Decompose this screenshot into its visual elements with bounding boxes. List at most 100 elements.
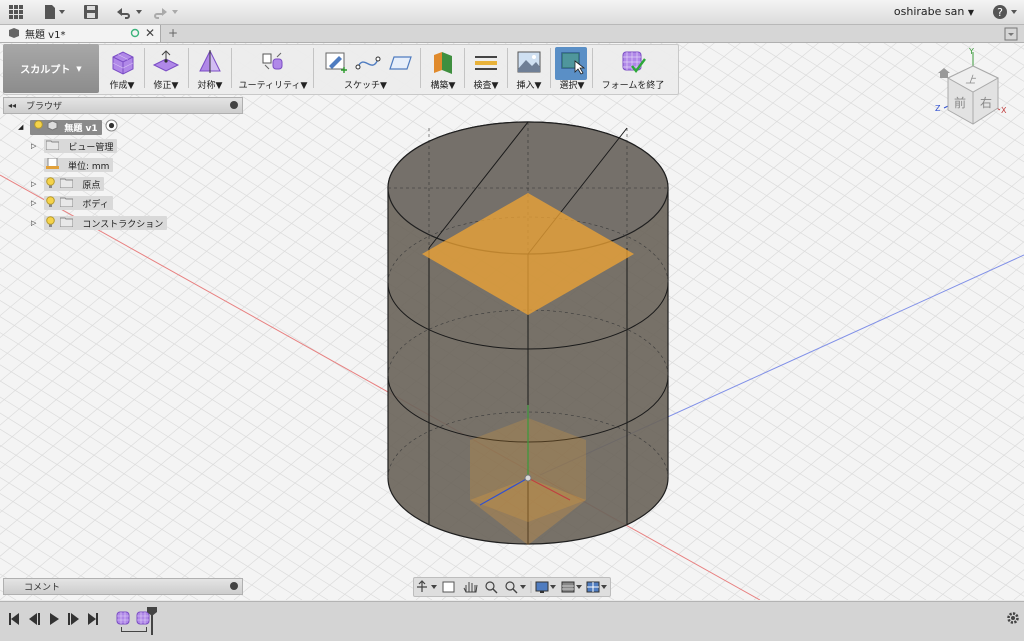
insert-menu[interactable]: 挿入▼	[511, 46, 547, 92]
orbit-icon[interactable]	[414, 578, 440, 596]
axis-y-label: Y	[969, 47, 974, 56]
comments-title: コメント	[24, 583, 61, 593]
component-icon	[47, 120, 58, 134]
symmetry-label: 対称	[197, 81, 216, 91]
toolbar-separator	[464, 48, 465, 88]
collapse-triangle-icon[interactable]: ◢	[18, 123, 23, 131]
browser-node-units[interactable]: 単位: mm	[44, 157, 114, 172]
browser-title: ブラウザ	[26, 102, 63, 112]
folder-icon	[59, 217, 74, 230]
look-at-icon[interactable]	[441, 578, 457, 596]
view-cube-right-label[interactable]: 右	[980, 94, 992, 111]
app-bar: oshirabe san ▼ ?	[0, 0, 1024, 25]
save-icon[interactable]	[84, 3, 98, 21]
comments-panel-header[interactable]: コメント	[3, 578, 243, 595]
browser-root-node[interactable]: ◢ 無題 v1	[18, 119, 118, 135]
browser-node-view-management[interactable]: ▷ ビュー管理	[31, 139, 118, 153]
lightbulb-icon[interactable]	[46, 176, 56, 192]
panel-toggle-icon[interactable]	[230, 582, 238, 590]
canvas-viewport[interactable]: 上 前 右 Y Z X	[0, 43, 1024, 600]
sketch-menu[interactable]: スケッチ▼	[318, 46, 418, 92]
lightbulb-icon[interactable]	[34, 119, 44, 135]
svg-text:?: ?	[997, 6, 1003, 19]
zoom-icon[interactable]	[483, 578, 501, 596]
node-label: コンストラクション	[82, 219, 164, 230]
navigation-bar	[413, 577, 611, 597]
folder-icon	[59, 178, 74, 191]
finish-form-button[interactable]: フォームを終了	[597, 46, 669, 92]
image-insert-icon	[517, 51, 541, 73]
document-icon	[8, 27, 19, 41]
symmetry-menu[interactable]: 対称▼	[192, 46, 228, 92]
document-tab[interactable]: 無題 v1* ✕	[0, 25, 161, 42]
measure-icon	[475, 56, 497, 70]
user-name: oshirabe san	[893, 5, 965, 18]
chevron-down-icon: ▼	[76, 64, 82, 73]
undo-icon[interactable]	[116, 3, 144, 21]
node-label: ビュー管理	[68, 142, 114, 153]
timeline-feature-form[interactable]	[116, 611, 130, 628]
expand-triangle-icon[interactable]: ▷	[31, 199, 36, 207]
timeline-group-bracket	[121, 627, 147, 632]
node-label: 原点	[82, 180, 101, 191]
home-view-icon[interactable]	[938, 68, 950, 81]
timeline-step-forward-icon[interactable]	[66, 611, 80, 627]
user-menu[interactable]: oshirabe san ▼	[894, 5, 974, 18]
node-label: 単位: mm	[68, 161, 110, 172]
timeline-play-icon[interactable]	[48, 611, 62, 627]
view-cube-front-label[interactable]: 前	[954, 94, 966, 111]
toolbar-separator	[420, 48, 421, 88]
browser-node-origin[interactable]: ▷ 原点	[31, 176, 105, 192]
file-menu-icon[interactable]	[44, 3, 66, 21]
expand-triangle-icon[interactable]: ▷	[31, 142, 36, 150]
create-sketch-icon	[325, 52, 347, 73]
workspace-switcher[interactable]: スカルプト ▼	[3, 44, 99, 93]
construct-label: 構築	[430, 81, 449, 91]
inspect-menu[interactable]: 検査▼	[468, 46, 504, 92]
create-menu[interactable]: 作成▼	[104, 46, 140, 92]
collapse-panel-icon[interactable]: ◂◂	[8, 101, 16, 110]
units-doc-icon	[46, 157, 59, 172]
timeline-go-to-start-icon[interactable]	[7, 611, 21, 627]
insert-label: 挿入	[516, 81, 535, 91]
viewports-icon[interactable]	[585, 578, 609, 596]
expand-triangle-icon[interactable]: ▷	[31, 219, 36, 227]
modify-label: 修正	[153, 81, 172, 91]
panel-toggle-icon[interactable]	[230, 101, 238, 109]
activate-radio-icon[interactable]	[105, 119, 118, 135]
browser-node-bodies[interactable]: ▷ ボディ	[31, 195, 113, 211]
pan-hand-icon[interactable]	[461, 578, 479, 596]
utility-menu[interactable]: ユーティリティ▼	[236, 46, 310, 92]
browser-node-construction[interactable]: ▷ コンストラクション	[31, 215, 168, 231]
node-label: ボディ	[82, 199, 109, 210]
timeline-bar	[0, 601, 1024, 641]
box-icon	[112, 51, 134, 75]
new-tab-button[interactable]: +	[165, 25, 181, 42]
timeline-marker[interactable]	[146, 606, 158, 639]
browser-panel-header[interactable]: ◂◂ ブラウザ	[3, 97, 243, 114]
axis-z-label: Z	[935, 104, 941, 113]
modify-menu[interactable]: 修正▼	[148, 46, 184, 92]
expand-triangle-icon[interactable]: ▷	[31, 180, 36, 188]
timeline-step-back-icon[interactable]	[27, 611, 41, 627]
help-icon[interactable]: ?	[992, 3, 1020, 21]
toolbar-separator	[144, 48, 145, 88]
grid-snaps-icon[interactable]	[560, 578, 584, 596]
timeline-settings-gear-icon[interactable]	[1006, 611, 1020, 628]
apps-grid-icon[interactable]	[9, 3, 23, 21]
display-settings-icon[interactable]	[534, 578, 558, 596]
tab-overflow-icon[interactable]	[1004, 27, 1018, 41]
close-tab-icon[interactable]: ✕	[145, 26, 155, 40]
construct-menu[interactable]: 構築▼	[425, 46, 461, 92]
fit-zoom-icon[interactable]	[503, 578, 529, 596]
toolbar-separator	[231, 48, 232, 88]
view-cube[interactable]: 上 前 右 Y Z X	[930, 47, 1020, 138]
toolbar-separator	[550, 48, 551, 88]
axis-x-label: X	[1001, 106, 1007, 115]
timeline-go-to-end-icon[interactable]	[86, 611, 100, 627]
select-menu[interactable]: 選択▼	[555, 46, 589, 92]
lightbulb-icon[interactable]	[46, 215, 56, 231]
redo-icon[interactable]	[152, 3, 180, 21]
lightbulb-icon[interactable]	[46, 195, 56, 211]
toolbar-separator	[507, 48, 508, 88]
